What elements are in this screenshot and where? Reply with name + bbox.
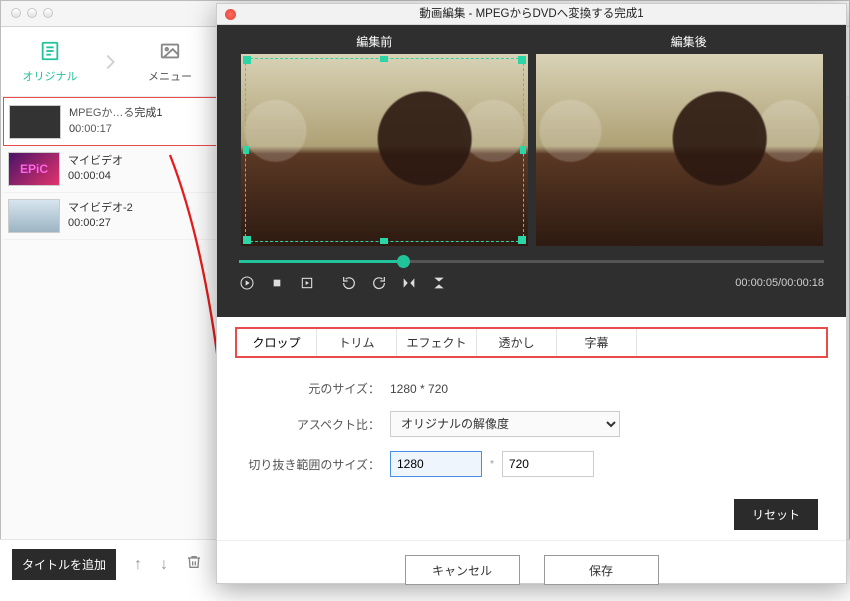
tab-crop[interactable]: クロップ (237, 329, 317, 356)
traffic-light-close[interactable] (11, 8, 21, 18)
preview-before[interactable] (241, 54, 528, 246)
tab-menu[interactable]: メニュー (121, 40, 219, 84)
aspect-label: アスペクト比： (245, 416, 390, 433)
traffic-light-min[interactable] (27, 8, 37, 18)
timeline-handle[interactable] (397, 255, 410, 268)
dialog-actions: キャンセル 保存 (217, 540, 846, 601)
clip-title: マイビデオ-2 (68, 201, 133, 216)
traffic-light-max[interactable] (43, 8, 53, 18)
reset-button[interactable]: リセット (734, 499, 818, 530)
dialog-title-text: 動画編集 - MPEGからDVDへ変換する完成1 (419, 8, 643, 20)
chevron-right-icon (99, 27, 121, 97)
playback-timeline[interactable] (217, 246, 846, 263)
aspect-select[interactable]: オリジナルの解像度 (390, 411, 620, 437)
trash-icon[interactable] (186, 554, 202, 575)
clip-duration: 00:00:27 (68, 216, 133, 231)
image-icon (158, 40, 182, 62)
flip-horizontal-icon[interactable] (401, 275, 417, 291)
clip-thumbnail (8, 199, 60, 233)
orig-size-value: 1280 * 720 (390, 382, 448, 396)
dialog-titlebar: 動画編集 - MPEGからDVDへ変換する完成1 (217, 4, 846, 25)
tab-subtitle[interactable]: 字幕 (557, 329, 637, 356)
orig-size-label: 元のサイズ： (245, 380, 390, 397)
tab-effect[interactable]: エフェクト (397, 329, 477, 356)
cancel-button[interactable]: キャンセル (405, 555, 520, 585)
tab-original[interactable]: オリジナル (1, 40, 99, 84)
add-title-button[interactable]: タイトルを追加 (12, 549, 116, 580)
step-forward-icon[interactable] (299, 275, 315, 291)
save-button[interactable]: 保存 (544, 555, 659, 585)
preview-area: 編集前 編集後 (217, 25, 846, 317)
rotate-left-icon[interactable] (341, 275, 357, 291)
move-down-icon[interactable]: ↓ (160, 556, 168, 574)
play-icon[interactable] (239, 275, 255, 291)
video-edit-dialog: 動画編集 - MPEGからDVDへ変換する完成1 編集前 編集後 (216, 3, 847, 584)
crop-width-input[interactable] (390, 451, 482, 477)
crop-height-input[interactable] (502, 451, 594, 477)
editor-tabs: クロップ トリム エフェクト 透かし 字幕 (235, 327, 828, 358)
dimension-separator: * (490, 459, 494, 470)
time-readout: 00:00:05/00:00:18 (735, 277, 824, 289)
crop-form: 元のサイズ： 1280 * 720 アスペクト比： オリジナルの解像度 切り抜き… (217, 358, 846, 499)
clip-title: マイビデオ (68, 154, 123, 169)
crop-size-label: 切り抜き範囲のサイズ： (245, 456, 390, 473)
clip-duration: 00:00:04 (68, 169, 123, 184)
preview-after (536, 54, 823, 246)
label-before: 編集前 (217, 33, 532, 54)
move-up-icon[interactable]: ↑ (134, 556, 142, 574)
tab-original-label: オリジナル (23, 71, 78, 83)
tab-menu-label: メニュー (148, 71, 192, 83)
clip-thumbnail (9, 105, 61, 139)
label-after: 編集後 (532, 33, 847, 54)
rotate-right-icon[interactable] (371, 275, 387, 291)
document-icon (38, 40, 62, 62)
flip-vertical-icon[interactable] (431, 275, 447, 291)
dialog-close-icon[interactable] (225, 9, 236, 20)
tab-trim[interactable]: トリム (317, 329, 397, 356)
clip-thumbnail: EPiC (8, 152, 60, 186)
playback-controls: 00:00:05/00:00:18 (217, 263, 846, 305)
stop-icon[interactable] (269, 275, 285, 291)
tab-watermark[interactable]: 透かし (477, 329, 557, 356)
